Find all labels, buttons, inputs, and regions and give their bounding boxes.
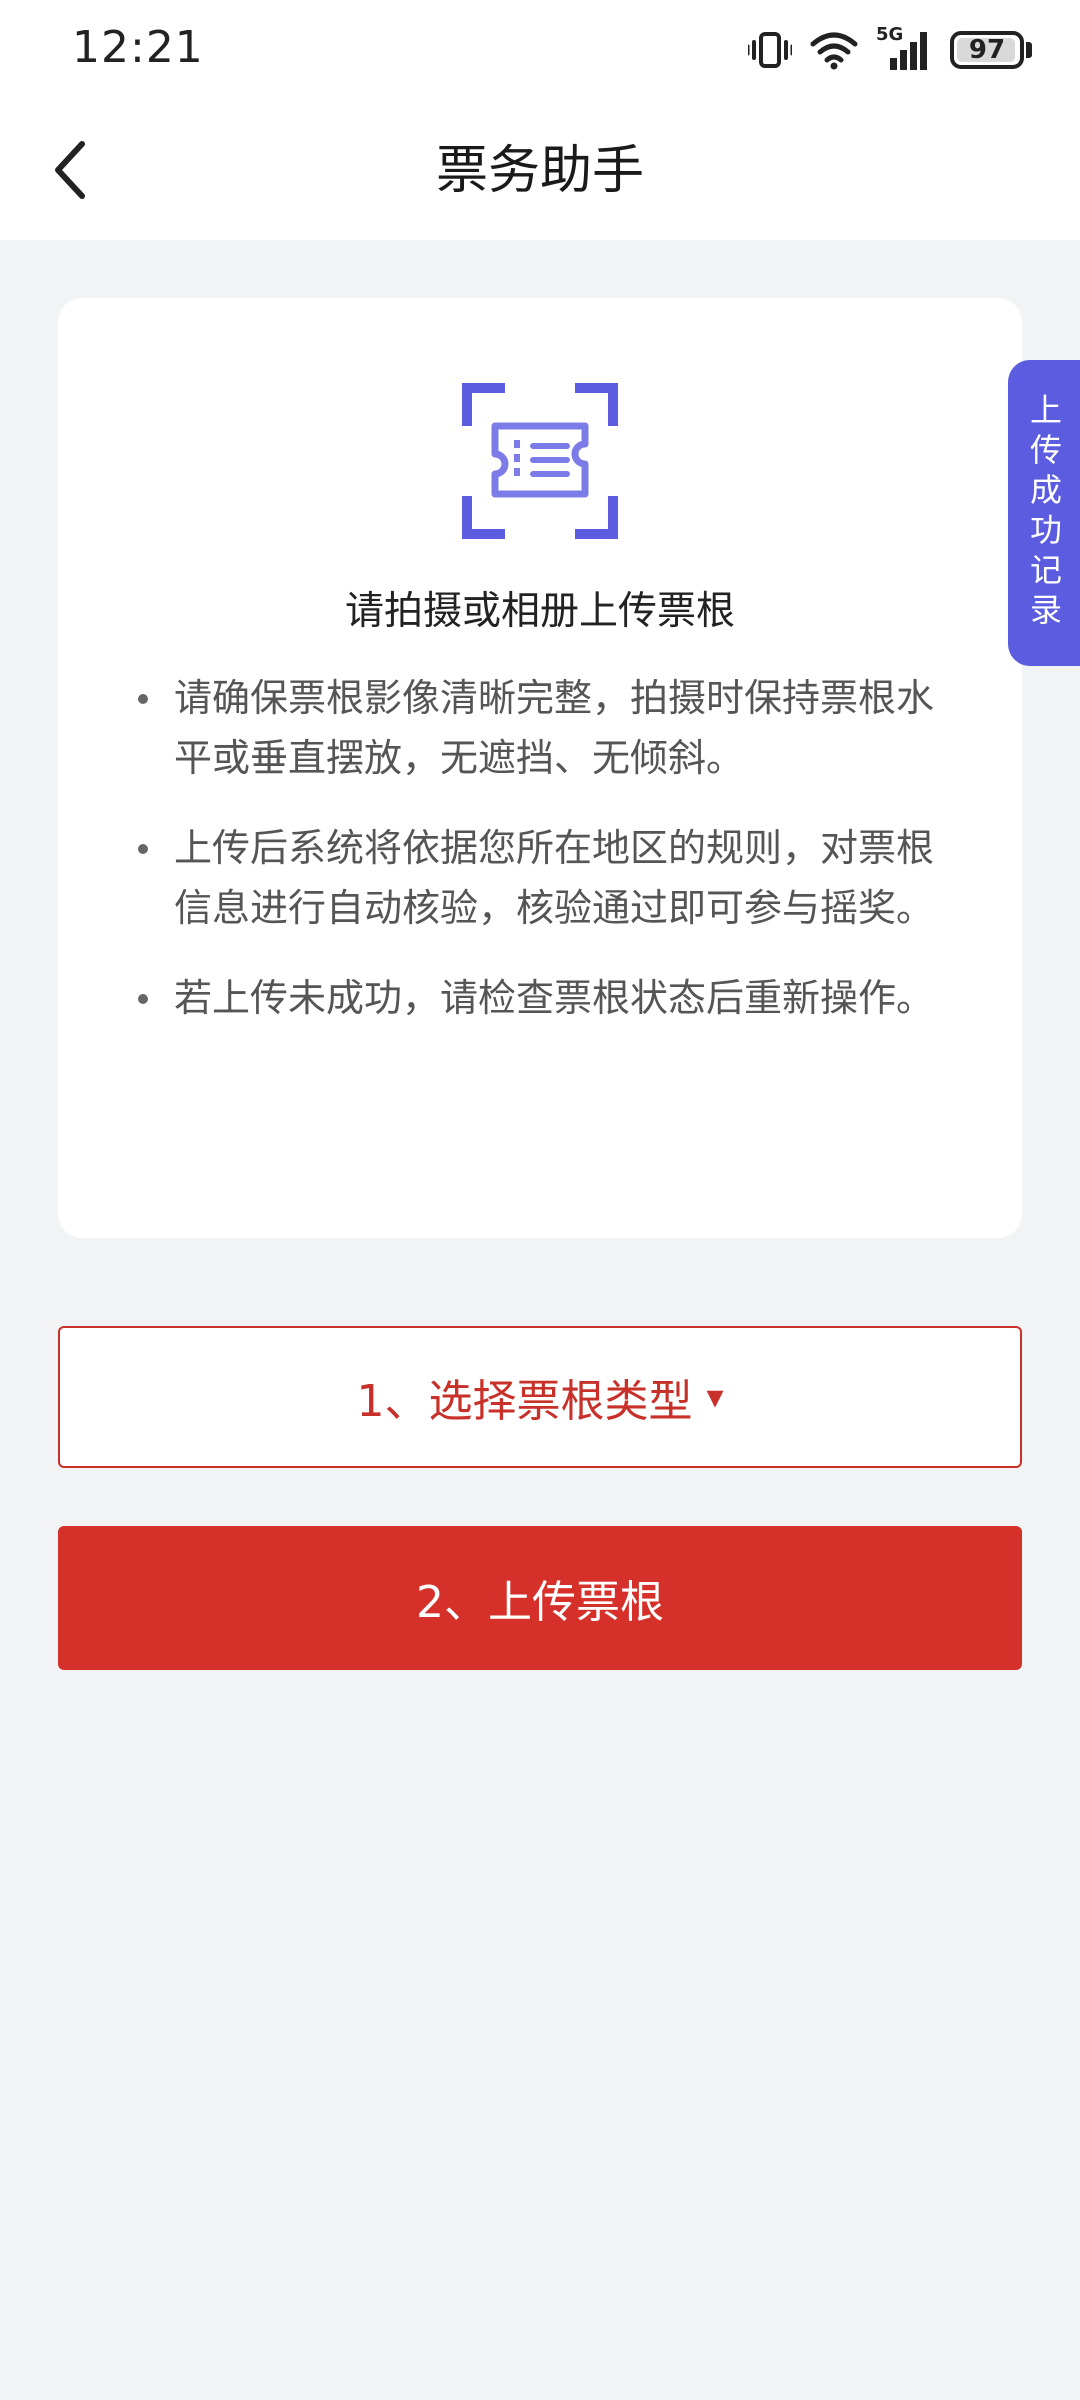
battery-level: 97 — [968, 35, 1006, 65]
page-title: 票务助手 — [435, 141, 644, 201]
battery-body: 97 — [950, 31, 1024, 69]
status-icons: 5G 97 — [748, 24, 1032, 72]
tip-item: 若上传未成功，请检查票根状态后重新操作。 — [138, 968, 968, 1028]
vibrate-icon — [748, 30, 792, 70]
tip-text: 请确保票根影像清晰完整，拍摄时保持票根水平或垂直摆放，无遮挡、无倾斜。 — [174, 676, 935, 780]
status-time: 12:21 — [72, 22, 204, 73]
select-ticket-type-label: 1、选择票根类型 — [356, 1376, 693, 1427]
upload-ticket-label: 2、上传票根 — [416, 1577, 664, 1628]
bullet-icon — [138, 694, 148, 704]
tip-text: 上传后系统将依据您所在地区的规则，对票根信息进行自动核验，核验通过即可参与摇奖。 — [174, 826, 935, 930]
dropdown-caret-icon: ▾ — [706, 1377, 724, 1417]
info-card: 请拍摄或相册上传票根 请确保票根影像清晰完整，拍摄时保持票根水平或垂直摆放，无遮… — [58, 298, 1022, 1238]
upload-records-label: 上传成功记录 — [1025, 393, 1063, 633]
tip-item: 上传后系统将依据您所在地区的规则，对票根信息进行自动核验，核验通过即可参与摇奖。 — [138, 818, 968, 938]
card-heading: 请拍摄或相册上传票根 — [344, 589, 735, 634]
status-bar: 12:21 5G 97 — [0, 0, 1080, 100]
tip-text: 若上传未成功，请检查票根状态后重新操作。 — [174, 976, 935, 1020]
tips-list: 请确保票根影像清晰完整，拍摄时保持票根水平或垂直摆放，无遮挡、无倾斜。 上传后系… — [138, 668, 968, 1058]
ticket-scan-icon — [461, 382, 619, 544]
tip-item: 请确保票根影像清晰完整，拍摄时保持票根水平或垂直摆放，无遮挡、无倾斜。 — [138, 668, 968, 788]
select-ticket-type-button[interactable]: 1、选择票根类型 ▾ — [58, 1326, 1022, 1468]
bullet-icon — [138, 844, 148, 854]
bullet-icon — [138, 994, 148, 1004]
battery-tip — [1026, 42, 1032, 58]
header: 票务助手 — [0, 100, 1080, 240]
wifi-icon — [810, 30, 858, 70]
upload-ticket-button[interactable]: 2、上传票根 — [58, 1526, 1022, 1670]
upload-records-tab[interactable]: 上传成功记录 — [1008, 360, 1080, 666]
signal-icon: 5G — [876, 24, 932, 72]
battery-icon: 97 — [950, 31, 1032, 69]
